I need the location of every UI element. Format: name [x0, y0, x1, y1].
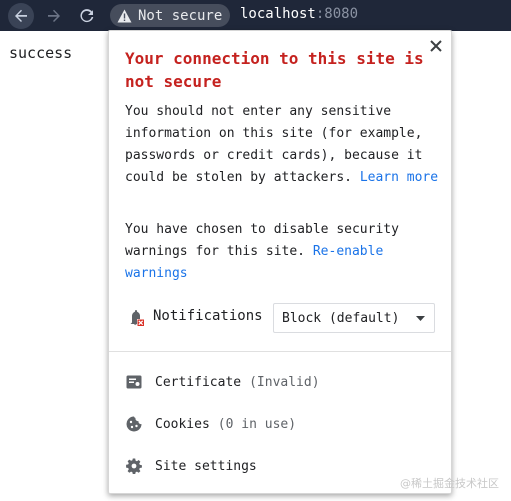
security-chip[interactable]: Not secure: [110, 4, 230, 27]
url-host: localhost: [240, 6, 316, 22]
close-button[interactable]: [427, 37, 445, 55]
certificate-icon: [125, 373, 143, 391]
dropdown-arrow-icon: [416, 316, 425, 321]
notifications-select[interactable]: Block (default): [273, 303, 435, 333]
cookie-icon: [125, 415, 143, 433]
arrow-left-icon: [15, 9, 27, 22]
cookies-item[interactable]: Cookies (0 in use): [125, 412, 443, 436]
watermark: @稀土掘金技术社区: [400, 477, 499, 490]
security-chip-label: Not secure: [138, 7, 223, 24]
page-body-text: success: [9, 44, 73, 62]
certificate-label: Certificate: [155, 374, 242, 390]
reload-button[interactable]: [74, 3, 100, 29]
url-port: :8080: [315, 6, 359, 22]
close-icon: [430, 40, 442, 52]
learn-more-link[interactable]: Learn more: [360, 170, 438, 185]
notifications-select-value: Block (default): [282, 310, 400, 326]
cookies-count: (0 in use): [217, 416, 297, 432]
arrow-right-icon: [48, 9, 60, 22]
divider: [109, 351, 451, 352]
notifications-label: Notifications: [153, 308, 263, 324]
browser-toolbar: Not secure localhost:8080: [0, 0, 511, 31]
forward-button[interactable]: [41, 3, 67, 29]
popup-title: Your connection to this site is not secu…: [125, 49, 424, 91]
gear-icon: [125, 457, 143, 475]
certificate-status: (Invalid): [249, 374, 320, 390]
back-button[interactable]: [8, 3, 34, 29]
notifications-row: Notifications Block (default): [125, 303, 437, 335]
disabled-warnings-paragraph: You have chosen to disable security warn…: [125, 219, 443, 285]
address-bar[interactable]: localhost:8080: [240, 6, 358, 22]
certificate-item[interactable]: Certificate (Invalid): [125, 370, 443, 394]
cookies-label: Cookies: [155, 416, 210, 432]
reload-icon: [80, 9, 94, 23]
site-settings-label: Site settings: [155, 458, 257, 474]
site-info-popup: Your connection to this site is not secu…: [108, 30, 452, 494]
notifications-blocked-icon: [127, 309, 145, 327]
warning-paragraph: You should not enter any sensitive infor…: [125, 101, 443, 189]
site-settings-item[interactable]: Site settings: [125, 454, 443, 478]
warning-icon: [117, 9, 132, 23]
